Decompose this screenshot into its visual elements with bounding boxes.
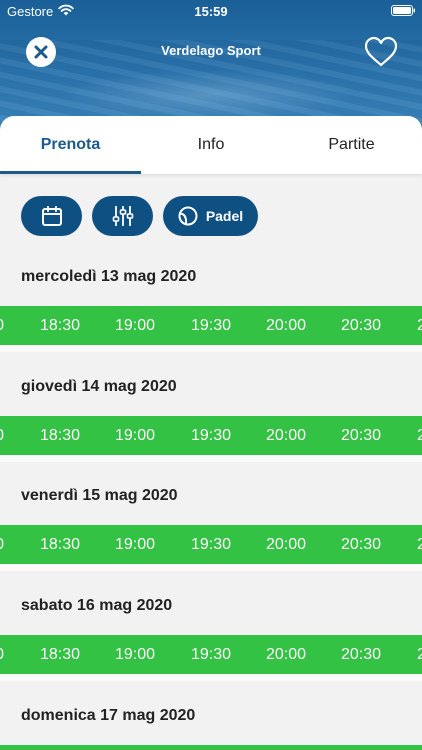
filter-settings-button[interactable]	[92, 196, 153, 236]
time-slot[interactable]: 18:30	[22, 416, 98, 455]
battery-icon	[391, 5, 415, 16]
heart-icon	[364, 36, 398, 67]
time-slot[interactable]: 19:00	[97, 416, 173, 455]
time-slot[interactable]: 19:30	[173, 525, 249, 564]
tab-prenota[interactable]: Prenota	[0, 116, 141, 174]
time-slot[interactable]: 20:30	[323, 416, 399, 455]
time-slot[interactable]: 20:30	[323, 525, 399, 564]
filter-bar: Padel	[0, 196, 422, 236]
time-slot[interactable]: 21:00	[399, 306, 422, 345]
time-slot[interactable]: 20:00	[248, 306, 324, 345]
clock: 15:59	[194, 4, 228, 19]
tennis-ball-icon	[178, 206, 198, 226]
tab-partite[interactable]: Partite	[281, 116, 422, 174]
day-section: venerdì 15 mag 2020 18:00 18:30 19:00 19…	[0, 487, 422, 564]
time-slot[interactable]: 18:00	[0, 525, 22, 564]
time-slot[interactable]: 21:00	[399, 416, 422, 455]
tab-active-indicator	[0, 171, 141, 174]
day-separator	[0, 564, 422, 571]
time-slot[interactable]: 20:30	[323, 635, 399, 674]
day-title: domenica 17 mag 2020	[21, 707, 196, 724]
day-section: domenica 17 mag 2020	[0, 707, 422, 750]
time-slot[interactable]: 19:00	[97, 306, 173, 345]
tab-info[interactable]: Info	[141, 116, 281, 174]
status-bar: Gestore 15:59	[0, 0, 422, 22]
time-slot[interactable]: 18:00	[0, 635, 22, 674]
favorite-button[interactable]	[364, 36, 398, 68]
time-slot-strip: 18:00 18:30 19:00 19:30 20:00 20:30 21:0…	[0, 635, 422, 674]
day-section: mercoledì 13 mag 2020 18:00 18:30 19:00 …	[0, 268, 422, 345]
time-slot[interactable]: 19:30	[173, 306, 249, 345]
time-slot[interactable]: 20:00	[248, 525, 324, 564]
sport-label: Padel	[205, 208, 244, 224]
day-title: venerdì 15 mag 2020	[21, 487, 178, 504]
tab-bar: Prenota Info Partite	[0, 116, 422, 174]
calendar-icon	[41, 206, 62, 226]
time-slot[interactable]: 19:00	[97, 635, 173, 674]
time-slot-strip: 18:00 18:30 19:00 19:30 20:00 20:30 21:0…	[0, 306, 422, 345]
time-slot[interactable]: 20:30	[323, 306, 399, 345]
time-slot[interactable]: 18:30	[22, 635, 98, 674]
day-title: giovedì 14 mag 2020	[21, 378, 177, 395]
time-slot[interactable]: 18:00	[0, 306, 22, 345]
day-title: mercoledì 13 mag 2020	[21, 268, 197, 285]
time-slot[interactable]: 19:30	[173, 635, 249, 674]
time-slot[interactable]: 21:00	[399, 635, 422, 674]
time-slot[interactable]: 20:00	[248, 416, 324, 455]
time-slot[interactable]: 18:00	[0, 416, 22, 455]
header-banner: Gestore 15:59 Verdelago Sport	[0, 0, 422, 135]
time-slot[interactable]: 18:30	[22, 525, 98, 564]
time-slot[interactable]: 21:00	[399, 525, 422, 564]
header-background-highlight	[60, 70, 360, 120]
day-separator	[0, 674, 422, 681]
date-picker-button[interactable]	[21, 196, 82, 236]
sport-selector-button[interactable]: Padel	[163, 196, 258, 236]
time-slot[interactable]: 20:00	[248, 635, 324, 674]
time-slot-strip	[0, 745, 422, 750]
day-section: giovedì 14 mag 2020 18:00 18:30 19:00 19…	[0, 378, 422, 455]
day-section: sabato 16 mag 2020 18:00 18:30 19:00 19:…	[0, 597, 422, 674]
time-slot[interactable]: 18:30	[22, 306, 98, 345]
day-title: sabato 16 mag 2020	[21, 597, 173, 614]
page-title: Verdelago Sport	[161, 43, 261, 58]
time-slot[interactable]: 19:00	[97, 525, 173, 564]
day-separator	[0, 345, 422, 352]
sliders-icon	[112, 206, 133, 226]
time-slot-strip: 18:00 18:30 19:00 19:30 20:00 20:30 21:0…	[0, 525, 422, 564]
time-slot[interactable]: 19:30	[173, 416, 249, 455]
day-separator	[0, 455, 422, 462]
time-slot-strip: 18:00 18:30 19:00 19:30 20:00 20:30 21:0…	[0, 416, 422, 455]
